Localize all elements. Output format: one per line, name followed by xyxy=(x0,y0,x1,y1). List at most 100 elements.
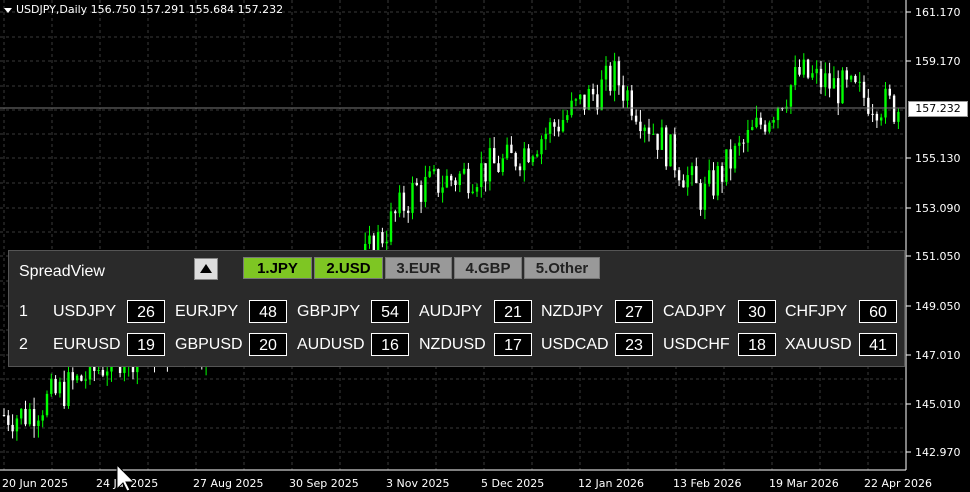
candle-body xyxy=(101,369,105,376)
candle-body xyxy=(841,70,844,104)
candle-body xyxy=(28,409,31,425)
candle-body xyxy=(613,61,616,91)
date-label: 3 Nov 2025 xyxy=(386,477,450,490)
date-label: 13 Feb 2026 xyxy=(673,477,742,490)
candle-body xyxy=(497,163,500,172)
candle-body xyxy=(71,372,74,381)
candle-body xyxy=(837,78,840,104)
candle-body xyxy=(656,133,659,150)
spread-value: 17 xyxy=(494,333,532,356)
candle-body xyxy=(720,166,724,182)
candle-body xyxy=(712,170,715,196)
candle-body xyxy=(690,166,694,176)
candle-body xyxy=(394,211,397,214)
candle-body xyxy=(84,379,87,381)
spread-value: 26 xyxy=(127,300,165,323)
spreadview-panel: SpreadView 1.JPY 2.USD 3.EUR 4.GBP 5.Other 1… xyxy=(8,250,905,367)
arrow-up-icon xyxy=(200,264,212,273)
candle-body xyxy=(776,108,780,121)
date-label: 30 Sep 2025 xyxy=(289,477,359,490)
symbol-label[interactable]: USDJPY xyxy=(53,303,116,321)
candle-body xyxy=(419,185,423,202)
row-number: 1 xyxy=(19,303,28,320)
symbol-label[interactable]: GBPUSD xyxy=(175,336,243,354)
tab-5other[interactable]: 5.Other xyxy=(524,257,600,279)
symbol-label[interactable]: EURUSD xyxy=(53,336,121,354)
candle-body xyxy=(527,148,530,163)
candle-body xyxy=(67,372,70,406)
symbol-label[interactable]: GBPJPY xyxy=(297,303,360,321)
spread-value: 19 xyxy=(127,333,165,356)
date-label: 20 Jun 2025 xyxy=(2,477,69,490)
candle-body xyxy=(441,187,444,193)
tab-3eur[interactable]: 3.EUR xyxy=(385,257,452,279)
candle-body xyxy=(566,115,569,120)
candle-body xyxy=(428,171,431,177)
candle-body xyxy=(475,187,479,192)
candle-body xyxy=(798,67,801,75)
symbol-label[interactable]: EURJPY xyxy=(175,303,238,321)
current-price-label: 157.232 xyxy=(908,101,968,117)
candle-body xyxy=(540,139,543,155)
spread-value: 23 xyxy=(615,333,653,356)
symbol-label[interactable]: XAUUSD xyxy=(785,336,852,354)
tab-4gbp[interactable]: 4.GBP xyxy=(454,257,522,279)
candle-body xyxy=(695,166,698,184)
candle-body xyxy=(617,61,621,86)
symbol-label[interactable]: USDCHF xyxy=(663,336,730,354)
price-chart[interactable] xyxy=(0,0,970,492)
candle-body xyxy=(643,127,646,132)
dropdown-icon[interactable] xyxy=(4,7,12,13)
candle-body xyxy=(385,241,388,244)
symbol-label[interactable]: AUDJPY xyxy=(419,303,482,321)
symbol-label[interactable]: CADJPY xyxy=(663,303,726,321)
date-label: 22 Apr 2026 xyxy=(864,477,933,490)
candle-body xyxy=(97,369,100,371)
candle-body xyxy=(574,99,578,101)
symbol-label[interactable]: AUDUSD xyxy=(297,336,365,354)
symbol-label[interactable]: USDCAD xyxy=(541,336,609,354)
candle-body xyxy=(626,90,629,101)
candle-body xyxy=(15,418,19,432)
candle-body xyxy=(471,191,474,194)
candle-body xyxy=(884,88,887,118)
candle-body xyxy=(106,371,109,376)
candle-body xyxy=(579,94,582,100)
spread-value: 20 xyxy=(249,333,287,356)
spread-value: 18 xyxy=(738,333,776,356)
symbol-label[interactable]: NZDJPY xyxy=(541,303,603,321)
candle-body xyxy=(24,408,27,425)
candle-body xyxy=(729,149,732,169)
spread-value: 27 xyxy=(615,300,653,323)
date-label: 27 Aug 2025 xyxy=(193,477,264,490)
candle-body xyxy=(871,113,874,115)
candle-body xyxy=(652,133,655,135)
price-label: 142.970 xyxy=(915,446,961,459)
candle-body xyxy=(892,95,896,122)
symbol-label[interactable]: CHFJPY xyxy=(785,303,847,321)
candle-body xyxy=(37,420,40,427)
candle-body xyxy=(493,148,496,164)
row-number: 2 xyxy=(19,336,28,353)
symbol-line: USDJPY,Daily 156.750 157.291 155.684 157… xyxy=(16,3,284,16)
candle-body xyxy=(54,379,57,394)
candle-body xyxy=(501,158,504,172)
candle-body xyxy=(634,115,638,122)
candle-body xyxy=(63,381,66,406)
candle-body xyxy=(591,88,595,95)
candle-body xyxy=(45,393,49,416)
candle-body xyxy=(480,163,483,188)
candle-body xyxy=(742,142,745,144)
candle-body xyxy=(596,94,599,110)
symbol-label[interactable]: NZDUSD xyxy=(419,336,486,354)
collapse-button[interactable] xyxy=(194,258,218,280)
candle-body xyxy=(815,68,818,74)
spread-value: 41 xyxy=(859,333,897,356)
spread-value: 16 xyxy=(371,333,409,356)
candle-body xyxy=(665,127,668,167)
candle-body xyxy=(80,375,83,381)
tab-2usd[interactable]: 2.USD xyxy=(314,257,383,279)
candle-body xyxy=(583,94,586,110)
tab-1jpy[interactable]: 1.JPY xyxy=(243,257,312,279)
candle-body xyxy=(415,182,418,186)
